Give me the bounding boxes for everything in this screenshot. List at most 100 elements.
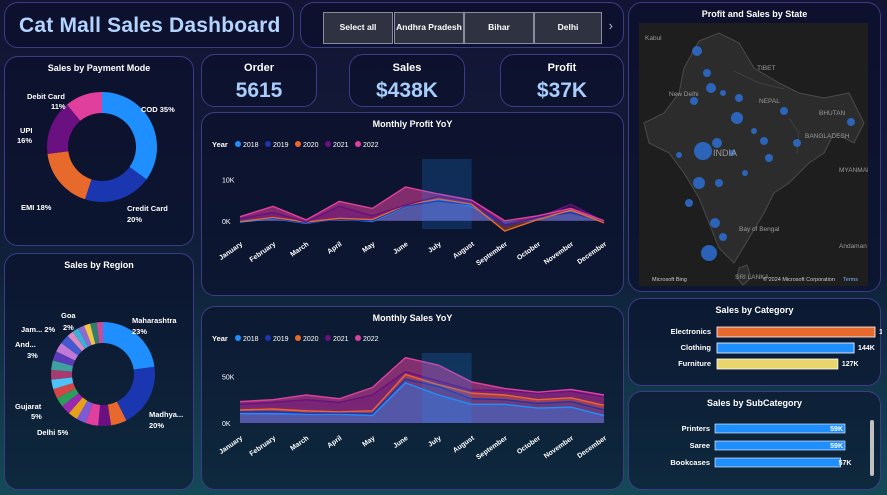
legend-label-2018: 2018: [243, 336, 259, 343]
map-bubble: [703, 69, 711, 77]
map-bubble: [706, 83, 716, 93]
map-bubble: [701, 245, 717, 261]
label-andhra: And...: [15, 340, 36, 349]
region-donut: Maharashtra 23% Madhya... 20% Delhi 5% Gujara…: [15, 311, 183, 437]
legend-marker-2021: [325, 141, 331, 147]
legend-marker-2018: [235, 141, 241, 147]
x-tick-august: August: [452, 241, 476, 261]
label-credit-card: Credit Card: [127, 204, 168, 213]
kpi-label: Sales: [392, 62, 422, 74]
map-bubble: [720, 90, 726, 96]
legend-title: Year: [212, 140, 228, 149]
map-bubble: [735, 94, 743, 102]
legend-marker-2022: [355, 141, 361, 147]
highlight-band: [422, 159, 472, 229]
legend-label-2019: 2019: [273, 142, 289, 149]
bar-label-electronics: Electronics: [671, 327, 711, 336]
map-bubble: [731, 112, 743, 124]
slicer-select-all[interactable]: Select all: [323, 12, 393, 44]
slicer-delhi[interactable]: Delhi: [534, 12, 602, 44]
bar-clothing: [716, 342, 855, 354]
map-bubble: [693, 177, 705, 189]
india-map[interactable]: Kabul TIBET New Delhi NEPAL BHUTAN BANGLADESH…: [639, 23, 868, 286]
payment-mode-donut: COD 35% Credit Card 20% EMI 18% UPI16% Debit …: [17, 92, 175, 224]
map-bubble: [690, 97, 698, 105]
map-bubble: [793, 139, 801, 147]
map-bubble: [676, 152, 682, 158]
legend-marker-2022: [355, 335, 361, 341]
slicer-andhra-pradesh[interactable]: Andhra Pradesh: [394, 12, 464, 44]
bar-printers: [714, 423, 846, 434]
legend-label-2019: 2019: [273, 336, 289, 343]
map-terms-link[interactable]: Terms: [843, 277, 858, 283]
map-place-bangladesh: BANGLADESH: [805, 133, 850, 140]
map-place-new-delhi: New Delhi: [669, 91, 699, 98]
x-tick-april: April: [326, 241, 343, 256]
bar-label-saree: Saree: [690, 441, 710, 450]
bar-value-electronics: 166K: [879, 329, 882, 336]
kpi-label: Order: [244, 62, 274, 74]
label-debit-card-pct: 11%: [51, 102, 66, 111]
subcategory-card: Sales by SubCategory Printers 59K Saree 59K…: [628, 391, 881, 490]
label-gujarat: Gujarat: [15, 402, 42, 411]
y-tick-0K: 0K: [222, 219, 231, 226]
x-tick-may: May: [361, 435, 376, 449]
x-tick-july: July: [427, 435, 443, 449]
scrollbar[interactable]: [870, 420, 874, 476]
profit-yoy-card: Monthly Profit YoY Year 2018 2019 2020 2021 2…: [201, 112, 624, 296]
bar-value-printers: 59K: [830, 426, 843, 433]
x-tick-july: July: [427, 241, 443, 255]
bar-value-saree: 59K: [830, 443, 843, 450]
kpi-label: Profit: [547, 62, 577, 74]
x-tick-february: February: [249, 241, 278, 264]
map-place-india: INDIA: [713, 148, 737, 158]
x-tick-march: March: [289, 241, 310, 259]
legend-marker-2020: [295, 335, 301, 341]
label-emi: EMI 18%: [21, 203, 52, 212]
x-tick-november: November: [543, 241, 575, 267]
subcategory-title: Sales by SubCategory: [706, 398, 803, 408]
map-place-bay-of-bengal: Bay of Bengal: [739, 226, 780, 233]
label-upi-pct: 16%: [17, 136, 32, 145]
label-goa: Goa: [61, 311, 76, 320]
category-bar-chart: Electronics 166K Clothing 144K Furniture 127K: [671, 326, 882, 370]
label-delhi: Delhi 5%: [37, 428, 69, 437]
x-tick-august: August: [452, 435, 476, 455]
map-bubble: [715, 179, 723, 187]
kpi-value: 5615: [235, 79, 283, 102]
slicer-bihar[interactable]: Bihar: [464, 12, 534, 44]
title-card: Cat Mall Sales Dashboard: [4, 2, 294, 48]
legend-label-2018: 2018: [243, 142, 259, 149]
map-bubble: [751, 128, 757, 134]
x-tick-september: September: [475, 241, 509, 268]
label-gujarat-pct: 5%: [31, 412, 42, 421]
kpi-order: Order 5615: [201, 54, 317, 107]
payment-mode-card: Sales by Payment Mode COD 35% Credit Card…: [4, 56, 194, 246]
bar-electronics: [716, 326, 876, 338]
x-tick-june: June: [392, 241, 409, 256]
bar-label-furniture: Furniture: [678, 359, 711, 368]
map-bubble: [712, 138, 722, 148]
chevron-right-icon[interactable]: ›: [609, 18, 613, 33]
label-andhra-pct: 3%: [27, 351, 38, 360]
x-tick-november: November: [543, 435, 575, 461]
x-tick-december: December: [576, 435, 608, 460]
y-tick-10K: 10K: [222, 178, 235, 185]
map-bubble: [710, 218, 720, 228]
legend-label-2020: 2020: [303, 336, 319, 343]
legend-title: Year: [212, 334, 228, 343]
x-tick-april: April: [326, 435, 343, 450]
bar-value-furniture: 127K: [842, 361, 859, 368]
bar-furniture: [716, 358, 839, 370]
sales-yoy-chart: Year 2018 2019 2020 2021 2022 0K 50K January Febr…: [212, 334, 608, 461]
x-tick-january: January: [218, 435, 244, 456]
state-slicer: Select all Andhra Pradesh Bihar Delhi ›: [300, 2, 624, 48]
map-place-andaman-sea: Andaman Sea: [839, 243, 868, 250]
category-title: Sales by Category: [715, 305, 794, 315]
legend-label-2020: 2020: [303, 142, 319, 149]
map-bubble: [760, 137, 768, 145]
legend-label-2022: 2022: [363, 142, 379, 149]
kpi-value: $37K: [536, 79, 588, 102]
bar-saree: [714, 440, 846, 451]
x-tick-may: May: [361, 241, 376, 255]
